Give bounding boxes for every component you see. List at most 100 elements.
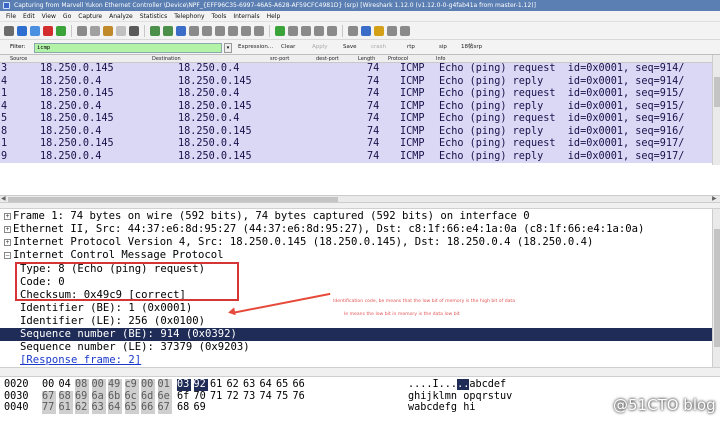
tree-item-sequence-be[interactable]: Sequence number (BE): 914 (0x0392) (0, 328, 712, 341)
zoom-out-icon[interactable] (275, 25, 285, 36)
preferences-icon[interactable] (361, 25, 371, 36)
display-filters-icon[interactable] (327, 25, 337, 36)
hex-row[interactable]: 0040 77 61 62 63 64 65 66 67 68 69 wabcdefg hi (4, 402, 475, 414)
column-header-destination[interactable]: Destination (152, 55, 181, 63)
tree-item-icmp[interactable]: – Internet Control Message Protocol (4, 249, 223, 262)
expand-plus-icon[interactable]: + (4, 213, 11, 220)
interface-list-icon[interactable] (4, 25, 14, 36)
open-file-icon[interactable] (77, 25, 87, 36)
go-forward-icon[interactable] (176, 25, 186, 36)
hex-byte[interactable]: 92 (193, 379, 208, 391)
hex-byte[interactable]: 6b (108, 390, 122, 402)
start-capture-icon[interactable] (30, 25, 40, 36)
hex-byte[interactable]: 00 (42, 379, 56, 391)
clear-button[interactable]: Clear (281, 40, 295, 55)
hex-byte[interactable]: 63 (91, 402, 106, 414)
hex-byte[interactable]: 64 (108, 402, 122, 414)
filter-button-crash[interactable]: crash (371, 40, 386, 55)
hex-byte[interactable]: 70 (194, 391, 208, 403)
apply-button[interactable]: Apply (312, 40, 328, 55)
details-vertical-scrollbar[interactable] (712, 209, 720, 367)
packet-row[interactable]: 5 18.250.0.145 18.250.0.4 74 ICMP Echo (ping)… (0, 113, 712, 126)
hex-byte[interactable]: 63 (243, 379, 257, 391)
hex-row[interactable]: 0030 67 68 69 6a 6b 6c 6d 6e 6f 70 71 72 73 74 75 76 ghij… (4, 390, 512, 403)
coloring-rules-icon[interactable] (348, 25, 358, 36)
hex-byte[interactable]: 75 (276, 391, 290, 403)
menu-item-telephony[interactable]: Telephony (174, 11, 204, 21)
autoscroll-icon[interactable] (228, 25, 238, 36)
hex-byte[interactable]: 04 (59, 379, 73, 391)
hex-byte[interactable]: 68 (58, 390, 73, 402)
menu-item-internals[interactable]: Internals (233, 11, 259, 21)
menu-item-statistics[interactable]: Statistics (140, 11, 167, 21)
menu-item-capture[interactable]: Capture (78, 11, 102, 21)
hex-byte[interactable]: 49 (108, 379, 122, 391)
collapse-icon[interactable] (400, 25, 410, 36)
packet-row[interactable]: 3 18.250.0.145 18.250.0.4 74 ICMP Echo (ping)… (0, 63, 712, 76)
scrollbar-thumb[interactable] (8, 197, 338, 202)
scrollbar-thumb[interactable] (714, 77, 720, 107)
go-back-icon[interactable] (163, 25, 173, 36)
menu-item-file[interactable]: File (6, 11, 16, 21)
column-header-protocol[interactable]: Protocol (388, 55, 408, 63)
hex-byte[interactable]: 73 (243, 391, 257, 403)
hex-byte[interactable]: 61 (58, 402, 73, 414)
filter-button-rtp[interactable]: rtp (407, 40, 415, 55)
ascii-text[interactable]: wabcdefg hi (408, 402, 475, 414)
hex-byte[interactable]: 64 (260, 379, 274, 391)
tree-item-identifier-le[interactable]: Identifier (LE): 256 (0x0100) (20, 315, 205, 328)
column-header-dest-port[interactable]: dest-port (316, 55, 339, 63)
hex-byte[interactable]: 6c (124, 390, 139, 402)
tree-item-frame[interactable]: + Frame 1: 74 bytes on wire (592 bits), 7… (4, 210, 530, 223)
hex-byte[interactable]: 6e (157, 390, 172, 402)
hex-byte[interactable]: 76 (293, 391, 307, 403)
packet-row[interactable]: 9 18.250.0.4 18.250.0.145 74 ICMP Echo (ping)… (0, 150, 712, 163)
hex-byte[interactable]: 69 (194, 402, 208, 414)
save-file-icon[interactable] (90, 25, 100, 36)
scrollbar-thumb[interactable] (714, 229, 720, 347)
tree-item-identifier-be[interactable]: Identifier (BE): 1 (0x0001) (20, 302, 192, 315)
tree-item-ethernet[interactable]: + Ethernet II, Src: 44:37:e6:8d:95:27 (44… (4, 223, 644, 236)
hex-byte[interactable]: 71 (210, 391, 224, 403)
zoom-in-icon[interactable] (254, 25, 264, 36)
packet-row[interactable]: 4 18.250.0.4 18.250.0.145 74 ICMP Echo (ping)… (0, 100, 712, 113)
hex-row[interactable]: 0020 00 04 08 00 49 c9 00 01 03 92 61 62 63 64 65 66....… (4, 379, 506, 391)
resize-columns-icon[interactable] (301, 25, 311, 36)
restart-capture-icon[interactable] (56, 25, 66, 36)
hex-byte[interactable]: 67 (157, 402, 172, 414)
expand-plus-icon[interactable]: + (4, 226, 11, 233)
hex-byte[interactable]: 67 (42, 390, 56, 402)
hex-byte[interactable]: 62 (227, 379, 241, 391)
ascii-text[interactable]: ghijklmn opqrstuv (408, 391, 512, 403)
help-icon[interactable] (374, 25, 384, 36)
hex-byte[interactable]: 61 (210, 379, 224, 391)
stop-capture-icon[interactable] (43, 25, 53, 36)
close-file-icon[interactable] (103, 25, 113, 36)
colorize-icon[interactable] (241, 25, 251, 36)
hex-byte[interactable]: 00 (91, 379, 106, 391)
hex-byte[interactable]: 62 (75, 402, 89, 414)
reload-icon[interactable] (116, 25, 126, 36)
hex-byte[interactable]: 77 (42, 402, 56, 414)
menu-item-help[interactable]: Help (267, 11, 281, 21)
response-frame-link[interactable]: [Response frame: 2] (20, 354, 141, 367)
first-packet-icon[interactable] (202, 25, 212, 36)
expand-icon[interactable] (387, 25, 397, 36)
collapse-minus-icon[interactable]: – (4, 252, 11, 259)
column-header-length[interactable]: Length (358, 55, 375, 63)
menu-item-go[interactable]: Go (63, 11, 71, 21)
tree-item-ip[interactable]: + Internet Protocol Version 4, Src: 18.25… (4, 236, 593, 249)
hex-byte[interactable]: 01 (157, 379, 172, 391)
scroll-right-arrow-icon[interactable]: ▶ (712, 195, 717, 202)
tree-item-sequence-le[interactable]: Sequence number (LE): 37379 (0x9203) (20, 341, 250, 354)
hex-byte[interactable]: 6d (141, 390, 155, 402)
filter-button-sip[interactable]: sip (439, 40, 447, 55)
scroll-left-arrow-icon[interactable]: ◀ (1, 195, 6, 202)
hex-byte[interactable]: 66 (141, 402, 155, 414)
ascii-text[interactable]: ....I.....abcdef (408, 379, 506, 391)
hex-byte[interactable]: 69 (75, 390, 89, 402)
column-header-src-port[interactable]: src-port (270, 55, 289, 63)
filter-button-srp[interactable]: 18帖srp (461, 40, 482, 55)
packet-row[interactable]: 8 18.250.0.4 18.250.0.145 74 ICMP Echo (ping)… (0, 125, 712, 138)
packet-row[interactable]: 1 18.250.0.145 18.250.0.4 74 ICMP Echo (ping)… (0, 138, 712, 151)
